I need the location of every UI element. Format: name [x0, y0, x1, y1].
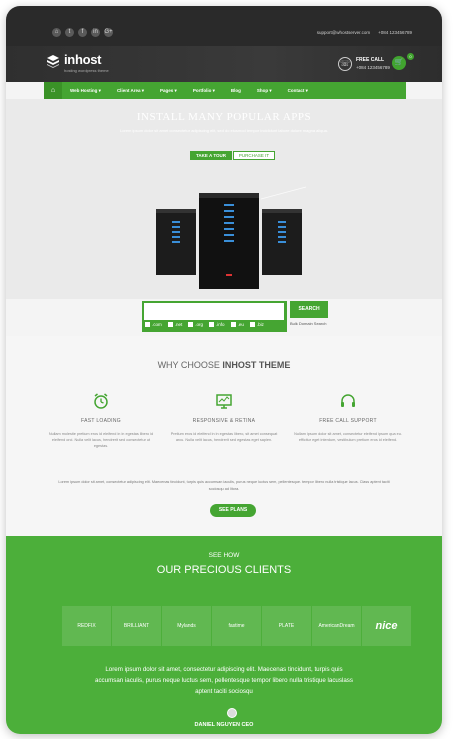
main-nav: ⌂ Web Hosting ▾ Client Area ▾ Pages ▾ Po…: [44, 82, 406, 99]
domain-search-input[interactable]: [144, 303, 284, 320]
ext-biz-checkbox[interactable]: .biz: [249, 322, 264, 327]
phone-icon: ☏: [338, 57, 352, 71]
client-logo-redfix[interactable]: REDFIX: [62, 606, 111, 646]
clients-section: SEE HOW OUR PRECIOUS CLIENTS REDFIX BRIL…: [6, 536, 442, 734]
domain-search-box: .com .net .org .info .eu .biz: [142, 301, 287, 332]
nav-item-client-area[interactable]: Client Area ▾: [109, 88, 152, 94]
nav-item-pages[interactable]: Pages ▾: [152, 88, 185, 94]
bulk-domain-search-link[interactable]: Bulk Domain Search: [290, 321, 326, 326]
ext-org-checkbox[interactable]: .org: [188, 322, 203, 327]
nav-item-contact[interactable]: Contact ▾: [280, 88, 316, 94]
server-illustration: [156, 186, 307, 289]
client-logo-nice[interactable]: nice: [362, 606, 411, 646]
ext-eu-checkbox[interactable]: .eu: [230, 322, 244, 327]
client-logo-plate[interactable]: PLATE: [262, 606, 311, 646]
feature-fast-loading: FAST LOADING Nullam molestie pretium ero…: [46, 392, 156, 449]
see-plans-button[interactable]: SEE PLANS: [210, 504, 256, 517]
top-email[interactable]: support@whostserver.com: [317, 30, 370, 35]
clients-kicker: SEE HOW: [208, 552, 240, 559]
website-preview: ⌂ t f in G+ support@whostserver.com +084…: [6, 6, 442, 734]
feature-title: RESPONSIVE & RETINA: [192, 418, 256, 424]
why-title: WHY CHOOSE INHOST THEME: [157, 360, 291, 370]
linkedin-icon[interactable]: in: [91, 28, 100, 37]
logo-icon[interactable]: [46, 54, 60, 68]
call-label: FREE CALL: [356, 57, 385, 63]
feature-call-support: FREE CALL SUPPORT Nullam ipsum dolor sit…: [293, 392, 403, 443]
client-logos: REDFIX BRILLIANT Mylands fastime PLATE A…: [62, 606, 411, 646]
twitter-icon[interactable]: t: [65, 28, 74, 37]
feature-desc: Pretium eros id eleifend in in egestas l…: [170, 432, 278, 442]
facebook-icon[interactable]: f: [78, 28, 87, 37]
feature-title: FAST LOADING: [81, 418, 121, 424]
nav-item-shop[interactable]: Shop ▾: [249, 88, 280, 94]
client-logo-brilliant[interactable]: BRILLIANT: [112, 606, 161, 646]
cart-count-badge: 0: [407, 53, 414, 60]
nav-item-portfolio[interactable]: Portfolio ▾: [185, 88, 223, 94]
feature-desc: Nullam molestie pretium eros id eleifend…: [48, 432, 154, 448]
client-logo-americandream[interactable]: AmericanDream: [312, 606, 361, 646]
nav-item-blog[interactable]: Blog: [223, 88, 249, 93]
nav-home-icon[interactable]: ⌂: [44, 82, 62, 99]
top-phone: +084 123456789: [378, 30, 412, 35]
top-contact: support@whostserver.com +084 123456789: [317, 30, 412, 35]
ext-net-checkbox[interactable]: .net: [167, 322, 182, 327]
client-logo-fastime[interactable]: fastime: [212, 606, 261, 646]
client-logo-mylands[interactable]: Mylands: [162, 606, 211, 646]
google-plus-icon[interactable]: G+: [104, 28, 113, 37]
ext-com-checkbox[interactable]: .com: [145, 322, 162, 327]
hero-section: INSTALL MANY POPULAR APPS Lorem ipsum do…: [6, 99, 442, 299]
monitor-icon: [216, 394, 232, 409]
clients-title: OUR PRECIOUS CLIENTS: [156, 564, 292, 576]
feature-responsive: RESPONSIVE & RETINA Pretium eros id elei…: [169, 392, 279, 443]
social-links: ⌂ t f in G+: [52, 28, 113, 37]
site-header: inhost hosting wordpress theme ☏ FREE CA…: [6, 46, 442, 82]
extension-options: .com .net .org .info .eu .biz: [145, 322, 264, 327]
why-choose-section: WHY CHOOSE INHOST THEME FAST LOADING Nul…: [6, 336, 442, 536]
logo-tagline: hosting wordpress theme: [64, 68, 109, 73]
feature-desc: Nullam ipsum dolor sit amet, consectetur…: [294, 432, 402, 442]
feature-title: FREE CALL SUPPORT: [319, 418, 377, 424]
cart-icon[interactable]: 🛒: [392, 56, 406, 70]
avatar: [227, 708, 237, 718]
headset-icon: [341, 394, 355, 407]
alarm-clock-icon: [94, 393, 108, 409]
why-paragraph: Lorem ipsum dolor sit amet, consectetur …: [58, 480, 390, 491]
search-button[interactable]: SEARCH: [290, 301, 328, 318]
logo-text[interactable]: inhost: [64, 52, 102, 67]
top-bar: ⌂ t f in G+ support@whostserver.com +084…: [6, 6, 442, 46]
nav-item-web-hosting[interactable]: Web Hosting ▾: [62, 88, 109, 94]
testimonial-author: DANIEL NGUYEN CEO: [194, 722, 254, 728]
call-number: +084 123456789: [356, 65, 390, 70]
home-icon[interactable]: ⌂: [52, 28, 61, 37]
testimonial-quote: Lorem ipsum dolor sit amet, consectetur …: [95, 666, 353, 695]
ext-info-checkbox[interactable]: .info: [209, 322, 225, 327]
